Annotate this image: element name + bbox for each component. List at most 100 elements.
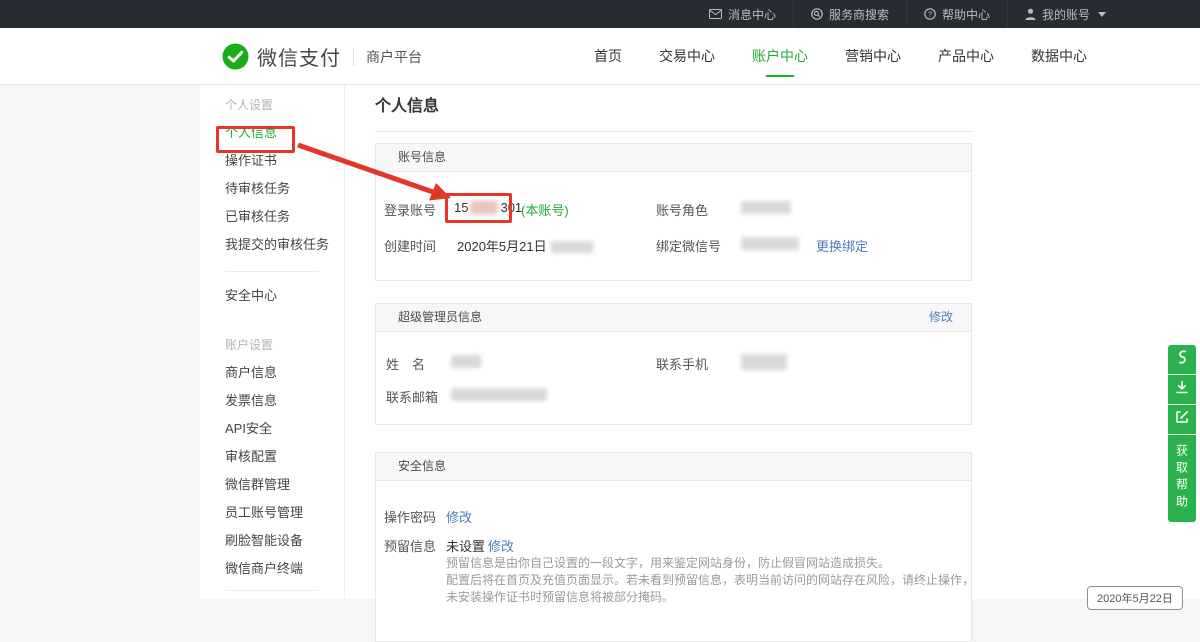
admin-phone-label: 联系手机 [656, 354, 708, 373]
super-admin-card-title: 超级管理员信息 [398, 310, 482, 324]
sidebar-item-security-center[interactable]: 安全中心 [225, 282, 344, 310]
sidebar-group-title-account-settings: 账户设置 [225, 331, 344, 359]
wechat-pay-logo-icon [222, 43, 249, 70]
admin-email-label: 联系邮箱 [386, 387, 438, 406]
sidebar-item-wechat-group-management[interactable]: 微信群管理 [225, 471, 344, 499]
floating-toolbar: 获取帮助 [1168, 345, 1196, 522]
login-account-redacted [470, 201, 498, 214]
link-icon [1175, 349, 1189, 370]
toolbar-get-help-button[interactable]: 获取帮助 [1168, 435, 1196, 522]
svg-text:?: ? [928, 10, 932, 19]
reserve-desc-line: 预留信息是由你自己设置的一段文字，用来鉴定网站身份，防止假冒网站造成损失。 [446, 555, 971, 572]
login-account-label: 登录账号 [384, 200, 436, 219]
account-info-card-body: 登录账号 15301 (本账号) 账号角色 创建时间 2020年5月21日 绑定… [376, 172, 971, 280]
sidebar-divider [225, 271, 319, 272]
brand-name: 微信支付 [257, 42, 341, 71]
sidebar-group-title-personal-settings: 个人设置 [225, 91, 344, 119]
sidebar-item-invoice-info[interactable]: 发票信息 [225, 387, 344, 415]
nav-marketing-center[interactable]: 营销中心 [843, 26, 903, 86]
topbar-item-service-search[interactable]: 服务商搜索 [793, 0, 906, 28]
created-time-value: 2020年5月21日 [457, 236, 593, 255]
sidebar-item-face-smart-device[interactable]: 刷脸智能设备 [225, 527, 344, 555]
reserve-desc-line: 未安装操作证书时预留信息将被部分掩码。 [446, 589, 971, 606]
admin-email-value [451, 387, 547, 402]
mail-icon [709, 9, 722, 19]
main-content: 个人信息 账号信息 登录账号 15301 (本账号) 账号角色 创建时间 [345, 85, 1200, 599]
reserve-desc-line: 配置后将在首页及充值页面显示。若未看到预留信息，表明当前访问的网站存在风险，请终… [446, 572, 971, 589]
security-info-card-header: 安全信息 [376, 453, 971, 481]
nav-trade-center[interactable]: 交易中心 [657, 26, 717, 86]
topbar-items: 消息中心 服务商搜索 ? 帮助中心 我的账号 [692, 0, 1123, 28]
sidebar-item-staff-account-management[interactable]: 员工账号管理 [225, 499, 344, 527]
topbar: 消息中心 服务商搜索 ? 帮助中心 我的账号 [0, 0, 1200, 28]
reserve-info-value: 未设置 [446, 536, 485, 555]
page-body: 个人设置 个人信息 操作证书 待审核任务 已审核任务 我提交的审核任务 安全中心… [0, 85, 1200, 599]
sidebar-item-pending-review-tasks[interactable]: 待审核任务 [225, 175, 344, 203]
admin-phone-value [741, 354, 787, 371]
admin-phone-redacted [741, 354, 787, 370]
super-admin-card-header: 超级管理员信息 修改 [376, 304, 971, 332]
sidebar-item-merchant-info[interactable]: 商户信息 [225, 359, 344, 387]
account-role-redacted [741, 201, 791, 214]
brand-subtitle: 商户平台 [366, 47, 422, 67]
account-info-card-header: 账号信息 [376, 144, 971, 172]
sidebar-item-review-config[interactable]: 审核配置 [225, 443, 344, 471]
super-admin-card: 超级管理员信息 修改 姓 名 联系手机 联系邮箱 [375, 303, 972, 425]
nav-data-center[interactable]: 数据中心 [1029, 26, 1089, 86]
operation-password-label: 操作密码 [384, 507, 436, 526]
toolbar-feedback-button[interactable] [1168, 405, 1196, 435]
security-info-card-title: 安全信息 [398, 459, 446, 473]
brand-separator [353, 48, 354, 66]
toolbar-download-button[interactable] [1168, 375, 1196, 405]
sidebar-divider [225, 590, 319, 591]
change-binding-link[interactable]: 更换绑定 [816, 236, 868, 255]
admin-email-redacted [451, 388, 547, 401]
sidebar-spacer [225, 310, 344, 331]
edit-icon [1175, 410, 1189, 429]
sidebar-item-wechat-merchant-terminal[interactable]: 微信商户终端 [225, 555, 344, 583]
created-date: 2020年5月21日 [457, 239, 547, 254]
sidebar-item-operation-certificate[interactable]: 操作证书 [225, 147, 344, 175]
topbar-item-message-center[interactable]: 消息中心 [692, 0, 793, 28]
admin-name-label: 姓 名 [386, 354, 425, 373]
current-account-tag: (本账号) [521, 200, 569, 219]
created-time-redacted [551, 241, 593, 253]
bound-wechat-redacted [741, 237, 799, 250]
brand-logo[interactable]: 微信支付 商户平台 [222, 42, 422, 71]
created-time-label: 创建时间 [384, 236, 436, 255]
super-admin-edit-link[interactable]: 修改 [929, 304, 953, 331]
bound-wechat-label: 绑定微信号 [656, 236, 721, 255]
login-account-value: 15301 [454, 200, 522, 215]
sidebar-item-api-security[interactable]: API安全 [225, 415, 344, 443]
security-info-card-body: 操作密码 修改 预留信息 未设置 修改 预留信息是由你自己设置的一段文字，用来鉴… [376, 481, 971, 641]
sidebar-item-my-submitted-review-tasks[interactable]: 我提交的审核任务 [225, 231, 344, 259]
user-icon [1025, 8, 1036, 20]
topbar-item-label: 帮助中心 [942, 6, 990, 23]
account-role-value [741, 200, 791, 215]
admin-name-value [451, 354, 481, 369]
main-nav: 首页 交易中心 账户中心 营销中心 产品中心 数据中心 [592, 28, 1089, 84]
toolbar-link-button[interactable] [1168, 345, 1196, 375]
account-info-card: 账号信息 登录账号 15301 (本账号) 账号角色 创建时间 2020年5月2… [375, 143, 972, 281]
page-title: 个人信息 [375, 95, 1200, 119]
login-account-prefix: 15 [454, 200, 468, 215]
date-tag: 2020年5月22日 [1087, 586, 1183, 610]
topbar-item-help-center[interactable]: ? 帮助中心 [906, 0, 1007, 28]
topbar-item-my-account[interactable]: 我的账号 [1007, 0, 1123, 28]
nav-product-center[interactable]: 产品中心 [936, 26, 996, 86]
nav-account-center[interactable]: 账户中心 [750, 26, 810, 86]
bound-wechat-value [741, 236, 799, 251]
reserve-info-edit-link[interactable]: 修改 [488, 536, 514, 555]
download-icon [1175, 380, 1189, 400]
topbar-item-label: 我的账号 [1042, 6, 1090, 23]
search-icon [811, 8, 823, 20]
security-info-card: 安全信息 操作密码 修改 预留信息 未设置 修改 预留信息是由你自己设置的一段文… [375, 452, 972, 642]
sidebar-item-personal-info[interactable]: 个人信息 [225, 119, 344, 147]
nav-home[interactable]: 首页 [592, 26, 624, 86]
super-admin-card-body: 姓 名 联系手机 联系邮箱 [376, 332, 971, 424]
operation-password-edit-link[interactable]: 修改 [446, 507, 472, 526]
title-divider [375, 131, 972, 132]
sidebar: 个人设置 个人信息 操作证书 待审核任务 已审核任务 我提交的审核任务 安全中心… [200, 85, 345, 599]
sidebar-item-reviewed-tasks[interactable]: 已审核任务 [225, 203, 344, 231]
account-info-card-title: 账号信息 [398, 150, 446, 164]
